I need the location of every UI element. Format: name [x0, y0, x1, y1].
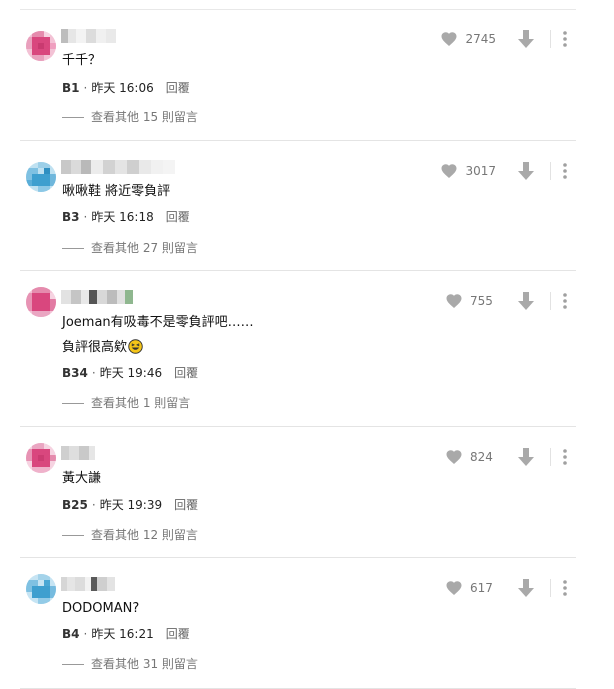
pixelated-avatar-image: [26, 287, 56, 317]
action-divider: [550, 162, 551, 180]
timestamp: 昨天 16:21: [91, 627, 154, 641]
arrow-down-icon[interactable]: [518, 579, 534, 597]
more-vertical-icon[interactable]: [563, 293, 567, 309]
avatar[interactable]: [26, 574, 56, 604]
action-divider: [550, 579, 551, 597]
reply-button[interactable]: 回覆: [166, 81, 190, 95]
comment-meta: B34 · 昨天 19:46 回覆: [62, 366, 199, 380]
comment-text: DODOMAN?: [62, 601, 140, 616]
comment-item: DODOMAN? B4 · 昨天 16:21 回覆 查看其他 31 則留言 617: [20, 558, 576, 689]
comment-item: 黃大謙 B25 · 昨天 19:39 回覆 查看其他 12 則留言 824: [20, 427, 576, 558]
comment-actions: 824: [445, 447, 576, 467]
floor-number: B25: [62, 498, 88, 512]
reply-button[interactable]: 回覆: [166, 627, 190, 641]
dash-line: [62, 247, 84, 249]
timestamp: 昨天 16:06: [91, 81, 154, 95]
view-more-replies-label: 查看其他 12 則留言: [91, 528, 198, 542]
view-more-replies-link[interactable]: 查看其他 31 則留言: [62, 656, 198, 672]
timestamp: 昨天 19:39: [99, 498, 163, 512]
comment-meta: B1 · 昨天 16:06 回覆: [62, 81, 190, 95]
view-more-replies-label: 查看其他 27 則留言: [91, 241, 198, 255]
heart-icon[interactable]: [440, 30, 458, 48]
comment-actions: 755: [445, 291, 576, 311]
more-vertical-icon[interactable]: [563, 449, 567, 465]
dash-line: [62, 534, 84, 536]
comment-text-line-2-text: 負評很高欸: [62, 340, 128, 355]
comment-text: 千千？: [62, 53, 102, 68]
view-more-replies-link[interactable]: 查看其他 15 則留言: [62, 109, 198, 125]
action-divider: [550, 448, 551, 466]
grinning-squinting-face-emoji: [128, 339, 143, 354]
comment-text: 啾啾鞋 將近零負評: [62, 184, 171, 199]
arrow-down-icon[interactable]: [518, 292, 534, 310]
comment-text: Joeman有吸毒不是零負評吧……: [62, 315, 254, 330]
floor-number: B3: [62, 210, 80, 224]
floor-number: B1: [62, 81, 80, 95]
view-more-replies-link[interactable]: 查看其他 27 則留言: [62, 240, 198, 256]
arrow-down-icon[interactable]: [518, 448, 534, 466]
floor-number: B34: [62, 366, 88, 380]
more-vertical-icon[interactable]: [563, 580, 567, 596]
more-vertical-icon[interactable]: [563, 31, 567, 47]
comment-text: 黃大謙: [62, 471, 102, 486]
dash-line: [62, 116, 84, 118]
like-count: 824: [470, 450, 493, 464]
like-count: 2745: [465, 32, 496, 46]
heart-icon[interactable]: [445, 579, 463, 597]
view-more-replies-link[interactable]: 查看其他 1 則留言: [62, 395, 190, 411]
floor-number: B4: [62, 627, 80, 641]
action-divider: [550, 292, 551, 310]
dash-line: [62, 402, 84, 404]
view-more-replies-label: 查看其他 15 則留言: [91, 110, 198, 124]
reply-button[interactable]: 回覆: [174, 498, 198, 512]
like-count: 617: [470, 581, 493, 595]
avatar[interactable]: [26, 31, 56, 61]
comment-actions: 2745: [440, 29, 576, 49]
heart-icon[interactable]: [445, 292, 463, 310]
reply-button[interactable]: 回覆: [174, 366, 198, 380]
timestamp: 昨天 16:18: [91, 210, 154, 224]
comment-text-line-2: 負評很高欸: [62, 339, 143, 357]
arrow-down-icon[interactable]: [518, 162, 534, 180]
arrow-down-icon[interactable]: [518, 30, 534, 48]
pixelated-avatar-image: [26, 574, 56, 604]
pixelated-avatar-image: [26, 443, 56, 473]
avatar[interactable]: [26, 287, 56, 317]
like-count: 755: [470, 294, 493, 308]
comment-item: 千千？ B1 · 昨天 16:06 回覆 查看其他 15 則留言 2745: [20, 10, 576, 141]
comment-actions: 3017: [440, 161, 576, 181]
comment-actions: 617: [445, 578, 576, 598]
pixelated-avatar-image: [26, 162, 56, 192]
pixelated-avatar-image: [26, 31, 56, 61]
comment-meta: B4 · 昨天 16:21 回覆: [62, 627, 190, 641]
timestamp: 昨天 19:46: [99, 366, 163, 380]
dash-line: [62, 663, 84, 665]
reply-button[interactable]: 回覆: [166, 210, 190, 224]
more-vertical-icon[interactable]: [563, 163, 567, 179]
view-more-replies-label: 查看其他 1 則留言: [91, 396, 191, 410]
heart-icon[interactable]: [445, 448, 463, 466]
like-count: 3017: [465, 164, 496, 178]
action-divider: [550, 30, 551, 48]
avatar[interactable]: [26, 443, 56, 473]
comment-meta: B3 · 昨天 16:18 回覆: [62, 210, 190, 224]
comment-meta: B25 · 昨天 19:39 回覆: [62, 498, 199, 512]
view-more-replies-link[interactable]: 查看其他 12 則留言: [62, 527, 198, 543]
comment-item: Joeman有吸毒不是零負評吧…… 負評很高欸 B34 · 昨天 19:46 回覆 查…: [20, 271, 576, 427]
view-more-replies-label: 查看其他 31 則留言: [91, 657, 198, 671]
heart-icon[interactable]: [440, 162, 458, 180]
comment-item: 啾啾鞋 將近零負評 B3 · 昨天 16:18 回覆 查看其他 27 則留言 3017: [20, 141, 576, 271]
avatar[interactable]: [26, 162, 56, 192]
